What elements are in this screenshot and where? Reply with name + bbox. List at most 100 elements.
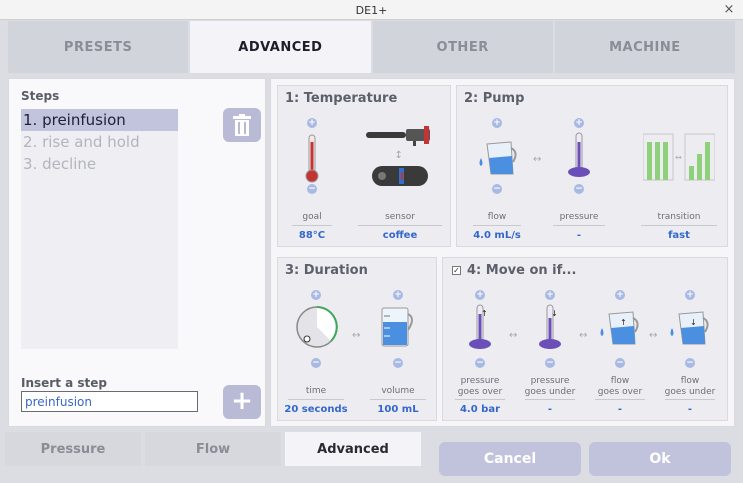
window-title: DE1+ — [355, 4, 388, 17]
goal-minus-button[interactable]: − — [307, 184, 317, 194]
flow-jug-icon[interactable] — [477, 134, 521, 180]
move-on-arrow-icon-2: ↔ — [579, 330, 588, 341]
sensor-value[interactable]: coffee — [358, 230, 442, 241]
delete-step-button[interactable] — [223, 108, 261, 142]
flow-value[interactable]: 4.0 mL/s — [469, 230, 525, 241]
app-window: DE1+ × PRESETS ADVANCED OTHER MACHINE St… — [0, 0, 743, 483]
time-label: time — [305, 386, 327, 396]
flow-under-divider — [665, 399, 715, 400]
portafilter-icon[interactable] — [366, 126, 434, 146]
pressure-over-column: + ↑ − pressure goes over 4.0 bar — [451, 288, 509, 418]
transition-value[interactable]: fast — [639, 230, 719, 241]
title-bar: DE1+ × — [0, 0, 743, 20]
duration-section: 3: Duration + − time 20 seconds ↔ + − vo… — [277, 257, 437, 421]
pressure-under-column: + ↓ − pressure goes under - — [521, 288, 579, 418]
tab-advanced-bottom[interactable]: Advanced — [285, 432, 421, 466]
flow-over-label: flow goes over — [597, 376, 643, 397]
pressure-over-label: pressure goes over — [457, 376, 503, 397]
flow-column: + − flow 4.0 mL/s — [469, 116, 525, 244]
tab-flow[interactable]: Flow — [145, 432, 281, 466]
ok-button[interactable]: Ok — [589, 442, 731, 476]
sensor-column: ↔ sensor coffee — [358, 116, 442, 244]
transition-bars-icon[interactable]: ↔ — [643, 132, 715, 182]
pressure-over-value[interactable]: 4.0 bar — [451, 404, 509, 415]
flow-under-plus-button[interactable]: + — [685, 290, 695, 300]
flow-over-plus-button[interactable]: + — [615, 290, 625, 300]
pressure-over-divider — [455, 399, 505, 400]
step-item-preinfusion[interactable]: 1. preinfusion — [21, 109, 178, 131]
volume-divider — [370, 399, 426, 400]
pressure-over-icon[interactable]: ↑ — [468, 304, 492, 352]
steps-list[interactable]: 1. preinfusion 2. rise and hold 3. decli… — [21, 109, 178, 349]
move-on-arrow-icon-3: ↔ — [649, 330, 658, 341]
pump-section: 2: Pump + − flow 4.0 mL/s ↔ + − pressure… — [456, 85, 728, 247]
flow-under-minus-button[interactable]: − — [685, 358, 695, 368]
flow-under-label: flow goes under — [664, 376, 716, 397]
tab-presets[interactable]: PRESETS — [8, 21, 189, 73]
bottom-tab-bar: Pressure Flow Advanced — [5, 432, 421, 466]
flow-under-value[interactable]: - — [661, 404, 719, 415]
close-icon[interactable]: × — [721, 2, 737, 18]
pressure-under-plus-button[interactable]: + — [545, 290, 555, 300]
flow-over-icon[interactable]: ↑ — [597, 304, 643, 350]
pressure-label: pressure — [559, 212, 599, 222]
time-volume-arrow-icon: ↔ — [352, 330, 361, 341]
pressure-column: + − pressure - — [549, 116, 609, 244]
tab-pressure[interactable]: Pressure — [5, 432, 141, 466]
pressure-value[interactable]: - — [549, 230, 609, 241]
flow-over-value[interactable]: - — [591, 404, 649, 415]
pressure-plus-button[interactable]: + — [574, 118, 584, 128]
group-head-icon[interactable] — [372, 164, 428, 188]
goal-plus-button[interactable]: + — [307, 118, 317, 128]
volume-value[interactable]: 100 mL — [366, 404, 430, 415]
pressure-over-minus-button[interactable]: − — [475, 358, 485, 368]
insert-step-input[interactable] — [21, 391, 198, 412]
pressure-under-icon[interactable]: ↓ — [538, 304, 562, 352]
add-step-button[interactable]: + — [223, 385, 261, 419]
sensor-divider — [358, 225, 442, 226]
move-on-arrow-icon-1: ↔ — [509, 330, 518, 341]
cancel-button[interactable]: Cancel — [439, 442, 581, 476]
timer-icon[interactable] — [294, 304, 340, 350]
flow-over-divider — [595, 399, 645, 400]
top-tab-bar: PRESETS ADVANCED OTHER MACHINE — [8, 21, 735, 73]
svg-text:↔: ↔ — [675, 153, 682, 162]
flow-label: flow — [487, 212, 507, 222]
flow-under-icon[interactable]: ↓ — [667, 304, 713, 350]
measuring-cup-icon[interactable] — [378, 304, 418, 350]
tab-other[interactable]: OTHER — [372, 21, 553, 73]
volume-plus-button[interactable]: + — [393, 290, 403, 300]
pressure-gauge-icon[interactable] — [567, 132, 591, 180]
volume-minus-button[interactable]: − — [393, 358, 403, 368]
goal-divider — [292, 225, 332, 226]
time-value[interactable]: 20 seconds — [284, 404, 348, 415]
flow-over-minus-button[interactable]: − — [615, 358, 625, 368]
thermometer-icon[interactable] — [304, 134, 320, 184]
flow-divider — [473, 225, 521, 226]
svg-text:↑: ↑ — [620, 318, 627, 327]
pressure-under-value[interactable]: - — [521, 404, 579, 415]
time-minus-button[interactable]: − — [311, 358, 321, 368]
goal-column: + − goal 88°C — [292, 116, 332, 244]
pump-title: 2: Pump — [464, 91, 525, 106]
svg-text:↑: ↑ — [481, 309, 488, 318]
svg-text:↓: ↓ — [690, 318, 697, 327]
insert-step-heading: Insert a step — [21, 376, 108, 390]
tab-machine[interactable]: MACHINE — [554, 21, 735, 73]
steps-panel: Steps 1. preinfusion 2. rise and hold 3.… — [8, 78, 266, 427]
pressure-under-minus-button[interactable]: − — [545, 358, 555, 368]
tab-advanced[interactable]: ADVANCED — [190, 21, 371, 73]
flow-under-column: + ↓ − flow goes under - — [661, 288, 719, 418]
flow-plus-button[interactable]: + — [492, 118, 502, 128]
flow-minus-button[interactable]: − — [492, 184, 502, 194]
pressure-minus-button[interactable]: − — [574, 184, 584, 194]
step-item-decline[interactable]: 3. decline — [21, 153, 178, 175]
pressure-divider — [553, 225, 605, 226]
time-plus-button[interactable]: + — [311, 290, 321, 300]
goal-value[interactable]: 88°C — [292, 230, 332, 241]
step-item-rise-and-hold[interactable]: 2. rise and hold — [21, 131, 178, 153]
time-divider — [288, 399, 344, 400]
pressure-over-plus-button[interactable]: + — [475, 290, 485, 300]
svg-text:↓: ↓ — [551, 309, 558, 318]
move-on-checkbox[interactable]: ✓ — [452, 266, 461, 275]
